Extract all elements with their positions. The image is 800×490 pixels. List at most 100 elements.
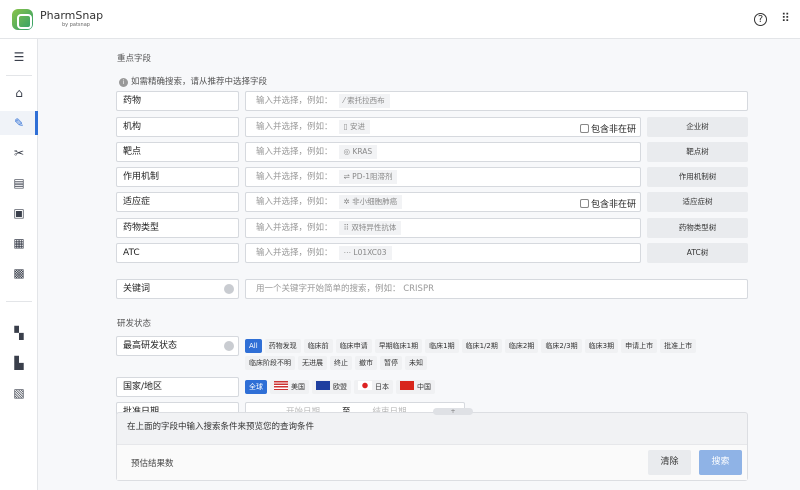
percent-icon[interactable]: ✂: [0, 141, 38, 165]
status-tag[interactable]: 药物发现: [265, 339, 301, 353]
example-chip[interactable]: ⋯ L01XC03: [339, 246, 392, 260]
eu-flag-icon: [316, 381, 330, 390]
news-icon[interactable]: ▣: [0, 201, 38, 225]
apps-grid-icon[interactable]: ⠿: [779, 13, 792, 26]
top-header: PharmSnap by patsnap ? ⠿: [0, 0, 800, 39]
status-tag[interactable]: 终止: [330, 356, 352, 370]
label-text: 最高研发状态: [123, 341, 177, 351]
report-icon[interactable]: ▤: [0, 171, 38, 195]
placeholder: 输入并选择，例如：: [256, 223, 333, 233]
help-icon[interactable]: ?: [754, 13, 767, 26]
status-tag[interactable]: 临床前: [304, 339, 333, 353]
checkbox-icon[interactable]: [580, 199, 589, 208]
tree-button[interactable]: 靶点树: [647, 142, 748, 162]
tree-button[interactable]: 适应症树: [647, 192, 748, 212]
include-inactive-checkbox[interactable]: 包含非在研: [580, 121, 636, 139]
file-settings-icon[interactable]: ▧: [0, 381, 38, 405]
placeholder: 输入并选择，例如：: [256, 147, 333, 157]
field-label[interactable]: 作用机制: [116, 167, 239, 187]
example-chip[interactable]: ✲ 非小细胞肺癌: [339, 195, 403, 209]
field-label[interactable]: ATC: [116, 243, 239, 263]
field-label[interactable]: 药物: [116, 91, 239, 111]
menu-expand-icon[interactable]: ☰: [0, 45, 38, 69]
divider: [6, 75, 32, 76]
status-tag[interactable]: 临床申请: [336, 339, 372, 353]
cn-flag-icon: [400, 381, 414, 390]
country-tag-cn[interactable]: 中国: [396, 380, 435, 394]
pharmsnap-logo[interactable]: [12, 9, 33, 30]
example-chip[interactable]: ⠿ 双特异性抗体: [339, 221, 402, 235]
field-label[interactable]: 药物类型: [116, 218, 239, 238]
status-tag[interactable]: 未知: [405, 356, 427, 370]
example-chip[interactable]: ◎ KRAS: [339, 145, 378, 159]
country-tag-global[interactable]: 全球: [245, 380, 267, 394]
field-input[interactable]: 输入并选择，例如： ⋯ L01XC03: [245, 243, 641, 263]
country-tag-us[interactable]: 美国: [270, 380, 309, 394]
tag-text: 中国: [417, 383, 431, 391]
example-chip[interactable]: ⁄ 索托拉西布: [339, 94, 390, 108]
tree-button[interactable]: 作用机制树: [647, 167, 748, 187]
status-tag[interactable]: 临床2期: [505, 339, 538, 353]
tag-text: 日本: [375, 383, 389, 391]
status-tag[interactable]: 临床1/2期: [462, 339, 502, 353]
example-chip[interactable]: ⇌ PD-1阻滞剂: [339, 170, 398, 184]
section-title-dev-status: 研发状态: [117, 317, 151, 329]
field-label[interactable]: 机构: [116, 117, 239, 137]
status-tag[interactable]: 临床阶段不明: [245, 356, 295, 370]
country-tag-eu[interactable]: 欧盟: [312, 380, 351, 394]
example-chip[interactable]: ▯ 安进: [339, 120, 371, 134]
chat-doc-icon[interactable]: ▩: [0, 261, 38, 285]
inbox-icon[interactable]: ▙: [0, 351, 38, 375]
info-icon[interactable]: [224, 341, 234, 351]
placeholder: 输入并选择，例如：: [256, 197, 333, 207]
status-tag[interactable]: 临床2/3期: [541, 339, 581, 353]
clear-button[interactable]: 清除: [648, 450, 691, 475]
search-button[interactable]: 搜索: [699, 450, 742, 475]
preview-footer: 预估结果数 清除 搜索: [117, 444, 747, 480]
status-tag[interactable]: 暂停: [380, 356, 402, 370]
document-icon[interactable]: ▦: [0, 231, 38, 255]
status-tag[interactable]: 撤市: [355, 356, 377, 370]
placeholder: 输入并选择，例如：: [256, 96, 333, 106]
tree-button[interactable]: 企业树: [647, 117, 748, 137]
tree-button[interactable]: ATC树: [647, 243, 748, 263]
field-label[interactable]: 靶点: [116, 142, 239, 162]
jp-flag-icon: [358, 381, 372, 390]
status-tag[interactable]: 申请上市: [621, 339, 657, 353]
keyword-label[interactable]: 关键词: [116, 279, 239, 299]
checkbox-icon[interactable]: [580, 124, 589, 133]
preview-text: 在上面的字段中输入搜索条件来预览您的查询条件: [127, 420, 314, 432]
field-input[interactable]: 输入并选择，例如： ✲ 非小细胞肺癌 包含非在研: [245, 192, 641, 212]
checkbox-label: 包含非在研: [591, 200, 636, 210]
section-title-key-fields: 重点字段: [117, 52, 151, 64]
status-tag[interactable]: 无进展: [298, 356, 327, 370]
field-input[interactable]: 输入并选择，例如： ⠿ 双特异性抗体: [245, 218, 641, 238]
field-label[interactable]: 适应症: [116, 192, 239, 212]
tree-button[interactable]: 药物类型树: [647, 218, 748, 238]
country-tag-jp[interactable]: 日本: [354, 380, 393, 394]
include-inactive-checkbox[interactable]: 包含非在研: [580, 196, 636, 214]
status-tag[interactable]: All: [245, 339, 262, 353]
placeholder: 输入并选择，例如：: [256, 248, 333, 258]
status-tag[interactable]: 临床1期: [425, 339, 458, 353]
field-input[interactable]: 输入并选择，例如： ◎ KRAS: [245, 142, 641, 162]
dashboard-icon[interactable]: ▚: [0, 321, 38, 345]
placeholder: 输入并选择，例如：: [256, 172, 333, 182]
brand-byline: by patsnap: [62, 22, 90, 28]
drug-pill-icon[interactable]: ✎: [0, 111, 38, 135]
field-input[interactable]: 输入并选择，例如： ⇌ PD-1阻滞剂: [245, 167, 641, 187]
placeholder: 输入并选择，例如：: [256, 122, 333, 132]
field-input[interactable]: 输入并选择，例如： ▯ 安进 包含非在研: [245, 117, 641, 137]
field-input[interactable]: 输入并选择，例如： ⁄ 索托拉西布: [245, 91, 748, 111]
label-text: 国家/地区: [123, 382, 162, 392]
panel-resize-handle[interactable]: +: [433, 408, 473, 415]
dev-status-label[interactable]: 最高研发状态: [116, 336, 239, 356]
status-tag[interactable]: 临床3期: [585, 339, 618, 353]
status-tag[interactable]: 批准上市: [660, 339, 696, 353]
keyword-input[interactable]: 用一个关键字开始简单的搜索，例如： CRISPR: [245, 279, 748, 299]
tag-text: 欧盟: [333, 383, 347, 391]
country-label[interactable]: 国家/地区: [116, 377, 239, 397]
status-tag[interactable]: 早期临床1期: [375, 339, 422, 353]
home-icon[interactable]: ⌂: [0, 81, 38, 105]
info-icon[interactable]: [224, 284, 234, 294]
